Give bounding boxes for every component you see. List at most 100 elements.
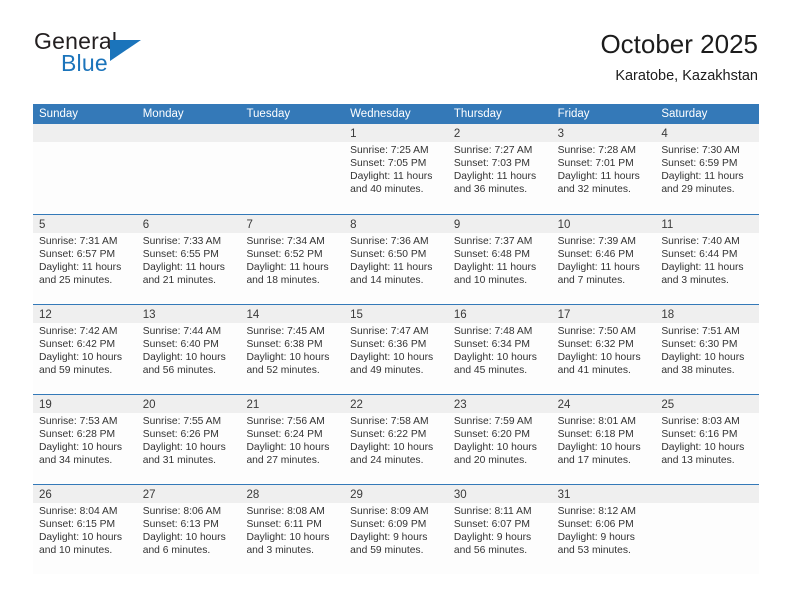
day-cell[interactable]: 11 Sunrise: 7:40 AM Sunset: 6:44 PM Dayligh…: [655, 215, 760, 304]
day-number: 5: [39, 219, 46, 231]
sunset-text: Sunset: 6:55 PM: [142, 249, 219, 261]
daylight-text-line2: and 10 minutes.: [39, 545, 113, 557]
sunrise-text: Sunrise: 7:48 AM: [453, 326, 533, 337]
daylight-text-line1: Daylight: 9 hours: [350, 532, 428, 544]
day-cell[interactable]: 30 Sunrise: 8:11 AM Sunset: 6:07 PM Dayligh…: [447, 485, 552, 574]
sunrise-text: Sunrise: 7:42 AM: [39, 326, 118, 337]
daylight-text-line1: Daylight: 11 hours: [557, 171, 640, 183]
day-details: Sunrise: 7:30 AM Sunset: 6:59 PM Daylight:…: [655, 142, 759, 196]
sunset-text: Sunset: 6:59 PM: [661, 158, 738, 170]
daylight-text-line2: and 21 minutes.: [142, 275, 216, 287]
day-cell[interactable]: 6 Sunrise: 7:33 AM Sunset: 6:55 PM Daylight…: [136, 215, 241, 304]
sunset-text: Sunset: 7:03 PM: [453, 158, 531, 170]
daylight-text-line2: and 32 minutes.: [557, 184, 631, 196]
day-cell[interactable]: 14 Sunrise: 7:45 AM Sunset: 6:38 PM Dayligh…: [240, 305, 345, 394]
daylight-text-line2: and 13 minutes.: [661, 455, 735, 467]
page-header: General Blue October 2025 Karatobe, Kaza…: [34, 28, 758, 98]
day-details: Sunrise: 8:09 AM Sunset: 6:09 PM Daylight:…: [344, 503, 448, 557]
sunrise-text: Sunrise: 8:08 AM: [246, 506, 325, 517]
day-number: 3: [557, 128, 564, 140]
sunrise-text: Sunrise: 7:58 AM: [350, 416, 429, 427]
day-cell[interactable]: 18 Sunrise: 7:51 AM Sunset: 6:30 PM Dayligh…: [655, 305, 760, 394]
day-cell[interactable]: 15 Sunrise: 7:47 AM Sunset: 6:36 PM Dayligh…: [344, 305, 448, 394]
daylight-text-line1: Daylight: 10 hours: [453, 442, 537, 454]
day-number-bar: 22: [344, 395, 448, 413]
day-number-bar: 8: [344, 215, 448, 233]
day-number-bar: 12: [33, 305, 137, 323]
day-cell[interactable]: 5 Sunrise: 7:31 AM Sunset: 6:57 PM Daylight…: [33, 215, 137, 304]
day-number: 25: [661, 399, 675, 411]
day-cell[interactable]: 1 Sunrise: 7:25 AM Sunset: 7:05 PM Daylight…: [344, 124, 448, 214]
weekday-header-tuesday: Tuesday: [246, 108, 291, 120]
sunset-text: Sunset: 6:18 PM: [557, 429, 634, 441]
day-cell[interactable]: 24 Sunrise: 8:01 AM Sunset: 6:18 PM Dayligh…: [551, 395, 656, 484]
daylight-text-line1: Daylight: 10 hours: [246, 352, 330, 364]
triangle-logo-icon: [110, 40, 141, 61]
sunrise-text: Sunrise: 7:53 AM: [39, 416, 118, 427]
sunset-text: Sunset: 6:46 PM: [557, 249, 634, 261]
sunrise-text: Sunrise: 7:37 AM: [453, 236, 533, 247]
sunset-text: Sunset: 6:26 PM: [142, 429, 219, 441]
sunset-text: Sunset: 6:42 PM: [39, 339, 116, 351]
sunrise-text: Sunrise: 7:39 AM: [557, 236, 637, 247]
daylight-text-line1: Daylight: 10 hours: [142, 442, 226, 454]
day-number-bar: [33, 124, 137, 142]
day-cell[interactable]: 29 Sunrise: 8:09 AM Sunset: 6:09 PM Dayligh…: [344, 485, 448, 574]
day-cell[interactable]: 21 Sunrise: 7:56 AM Sunset: 6:24 PM Dayligh…: [240, 395, 345, 484]
day-cell[interactable]: 16 Sunrise: 7:48 AM Sunset: 6:34 PM Dayligh…: [447, 305, 552, 394]
day-cell[interactable]: 25 Sunrise: 8:03 AM Sunset: 6:16 PM Dayligh…: [655, 395, 760, 484]
day-cell[interactable]: 4 Sunrise: 7:30 AM Sunset: 6:59 PM Daylight…: [655, 124, 760, 214]
day-number: 16: [453, 309, 467, 321]
sunrise-text: Sunrise: 7:28 AM: [557, 145, 637, 156]
day-cell[interactable]: 3 Sunrise: 7:28 AM Sunset: 7:01 PM Daylight…: [551, 124, 656, 214]
daylight-text-line2: and 27 minutes.: [246, 455, 320, 467]
sunrise-text: Sunrise: 7:36 AM: [350, 236, 429, 247]
day-cell[interactable]: 12 Sunrise: 7:42 AM Sunset: 6:42 PM Dayligh…: [33, 305, 137, 394]
day-number: 6: [142, 219, 150, 231]
daylight-text-line2: and 56 minutes.: [142, 365, 216, 377]
day-cell[interactable]: 22 Sunrise: 7:58 AM Sunset: 6:22 PM Dayligh…: [344, 395, 448, 484]
sunset-text: Sunset: 6:20 PM: [453, 429, 531, 441]
day-details: Sunrise: 7:42 AM Sunset: 6:42 PM Daylight:…: [33, 323, 137, 377]
day-cell[interactable]: 28 Sunrise: 8:08 AM Sunset: 6:11 PM Dayligh…: [240, 485, 345, 574]
sunrise-text: Sunrise: 7:44 AM: [142, 326, 222, 337]
sunset-text: Sunset: 6:57 PM: [39, 249, 116, 261]
calendar-week-row: 12 Sunrise: 7:42 AM Sunset: 6:42 PM Dayligh…: [33, 304, 760, 394]
day-cell[interactable]: 2 Sunrise: 7:27 AM Sunset: 7:03 PM Daylight…: [447, 124, 552, 214]
daylight-text-line2: and 6 minutes.: [142, 545, 211, 557]
day-cell[interactable]: 8 Sunrise: 7:36 AM Sunset: 6:50 PM Daylight…: [344, 215, 448, 304]
day-cell-empty: [655, 485, 760, 574]
sunset-text: Sunset: 6:30 PM: [661, 339, 738, 351]
daylight-text-line1: Daylight: 10 hours: [246, 532, 330, 544]
day-cell[interactable]: 10 Sunrise: 7:39 AM Sunset: 6:46 PM Dayligh…: [551, 215, 656, 304]
day-cell[interactable]: 19 Sunrise: 7:53 AM Sunset: 6:28 PM Dayligh…: [33, 395, 137, 484]
daylight-text-line2: and 3 minutes.: [246, 545, 314, 557]
daylight-text-line1: Daylight: 11 hours: [142, 262, 225, 274]
day-cell[interactable]: 9 Sunrise: 7:37 AM Sunset: 6:48 PM Daylight…: [447, 215, 552, 304]
day-number-bar: 13: [136, 305, 241, 323]
sunrise-text: Sunrise: 7:56 AM: [246, 416, 325, 427]
daylight-text-line1: Daylight: 10 hours: [557, 442, 641, 454]
day-cell[interactable]: 31 Sunrise: 8:12 AM Sunset: 6:06 PM Dayligh…: [551, 485, 656, 574]
day-cell[interactable]: 26 Sunrise: 8:04 AM Sunset: 6:15 PM Dayligh…: [33, 485, 137, 574]
sunrise-text: Sunrise: 7:25 AM: [350, 145, 429, 156]
day-number-bar: 20: [136, 395, 241, 413]
day-number: 13: [142, 309, 156, 321]
sunrise-text: Sunrise: 7:45 AM: [246, 326, 325, 337]
day-number: 7: [246, 219, 253, 231]
day-number-bar: 9: [447, 215, 552, 233]
day-cell[interactable]: 23 Sunrise: 7:59 AM Sunset: 6:20 PM Dayligh…: [447, 395, 552, 484]
day-cell[interactable]: 17 Sunrise: 7:50 AM Sunset: 6:32 PM Dayligh…: [551, 305, 656, 394]
day-cell[interactable]: 7 Sunrise: 7:34 AM Sunset: 6:52 PM Daylight…: [240, 215, 345, 304]
daylight-text-line2: and 17 minutes.: [557, 455, 631, 467]
day-number: 1: [350, 128, 357, 140]
daylight-text-line2: and 59 minutes.: [39, 365, 113, 377]
day-cell[interactable]: 13 Sunrise: 7:44 AM Sunset: 6:40 PM Dayligh…: [136, 305, 241, 394]
day-number: 18: [661, 309, 675, 321]
brand-logo[interactable]: General Blue: [34, 28, 214, 88]
day-cell[interactable]: 20 Sunrise: 7:55 AM Sunset: 6:26 PM Dayligh…: [136, 395, 241, 484]
day-cell[interactable]: 27 Sunrise: 8:06 AM Sunset: 6:13 PM Dayligh…: [136, 485, 241, 574]
sunrise-text: Sunrise: 8:04 AM: [39, 506, 118, 517]
brand-name-blue: Blue: [61, 50, 108, 76]
sunrise-text: Sunrise: 8:11 AM: [453, 506, 532, 517]
